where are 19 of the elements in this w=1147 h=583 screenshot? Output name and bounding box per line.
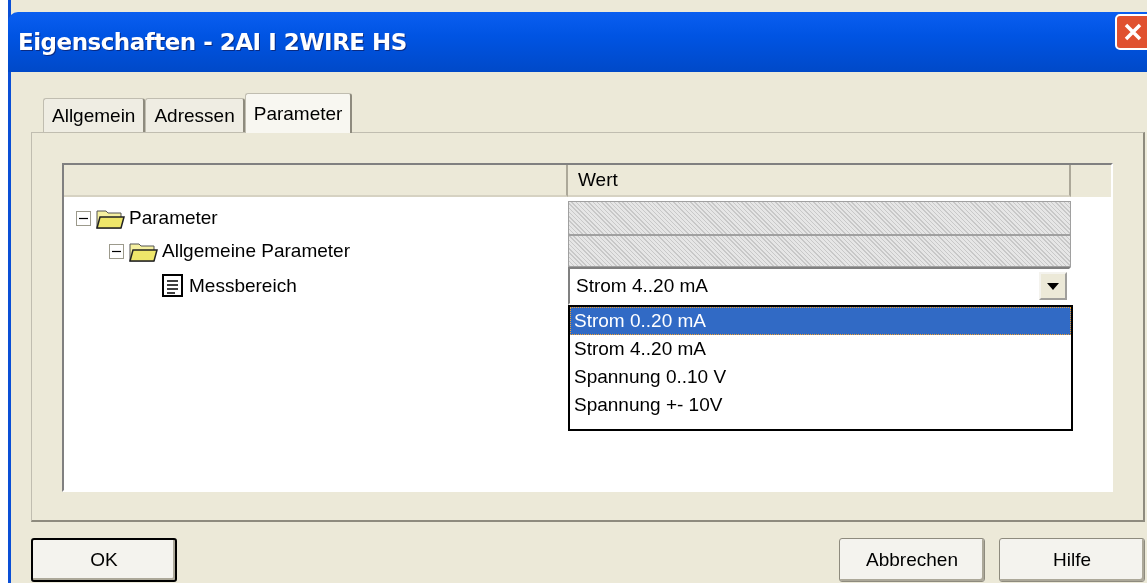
window-title: Eigenschaften - 2AI I 2WIRE HS [18,29,407,55]
tree-item[interactable]: Messbereich [189,275,297,297]
tab[interactable]: Adressen [145,98,245,132]
tree-item[interactable]: Allgemeine Parameter [162,240,350,262]
close-button[interactable] [1115,14,1147,50]
collapse-toggle[interactable] [76,210,91,226]
dropdown-option[interactable]: Strom 0..20 mA [570,307,1071,335]
tab[interactable]: Parameter [244,93,353,133]
tree-item[interactable]: Parameter [129,207,218,229]
caret-icon [1047,282,1059,290]
collapse-toggle[interactable] [109,243,124,259]
dialog-button[interactable]: Abbrechen [839,538,985,582]
dropdown-button[interactable] [1039,272,1067,300]
close-icon [1124,23,1142,41]
column-header: Wert [568,165,1071,197]
document-icon [161,273,185,299]
dialog-button[interactable]: Hilfe [999,538,1145,582]
tab[interactable]: Allgemein [43,98,146,132]
ok-button[interactable]: OK [31,538,177,582]
